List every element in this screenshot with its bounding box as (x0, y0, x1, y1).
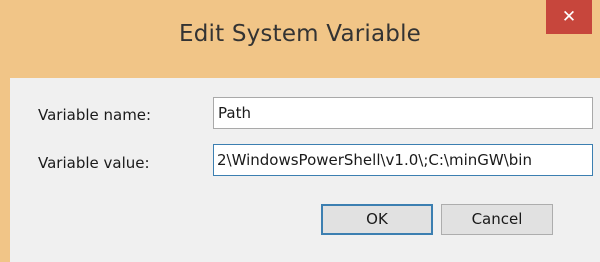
close-button[interactable]: ✕ (546, 0, 592, 34)
close-icon: ✕ (561, 7, 577, 27)
variable-value-input[interactable]: 2\WindowsPowerShell\v1.0\;C:\minGW\bin (213, 144, 593, 176)
dialog-title: Edit System Variable (178, 21, 422, 47)
variable-value-label: Variable value: (38, 154, 150, 172)
dialog-body: Variable name: Path Variable value: 2\Wi… (10, 78, 600, 262)
ok-button[interactable]: OK (321, 204, 433, 235)
cancel-button[interactable]: Cancel (441, 204, 553, 235)
edit-system-variable-dialog: Edit System Variable ✕ Variable name: Pa… (0, 0, 600, 262)
title-bar[interactable]: Edit System Variable ✕ (0, 0, 600, 78)
variable-name-input[interactable]: Path (213, 97, 593, 129)
variable-name-label: Variable name: (38, 106, 152, 124)
variable-value-text: 2\WindowsPowerShell\v1.0\;C:\minGW\bin (217, 151, 532, 169)
variable-name-value: Path (218, 104, 251, 122)
